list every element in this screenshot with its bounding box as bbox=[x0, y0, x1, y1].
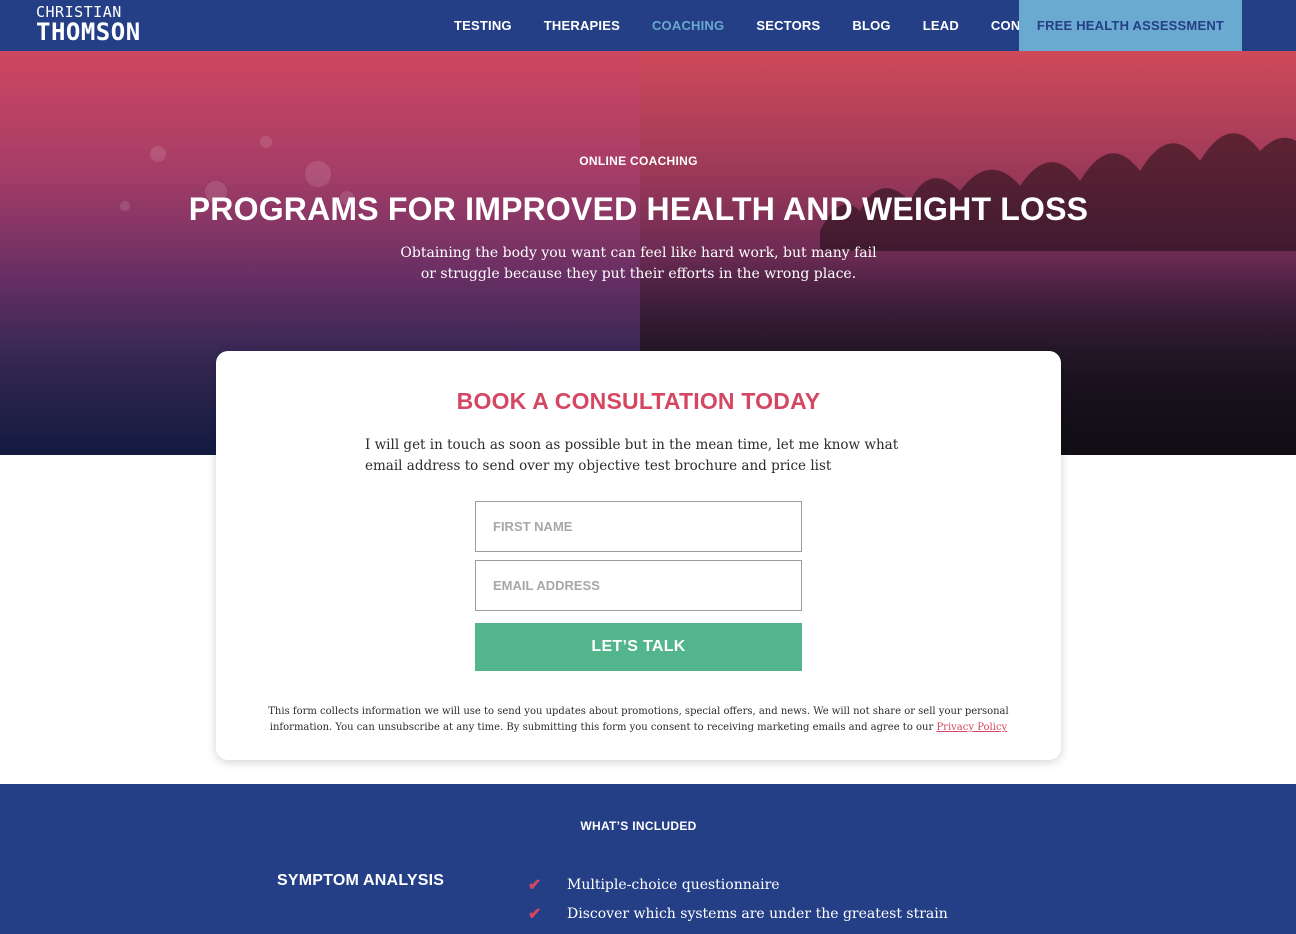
bokeh-dot bbox=[260, 136, 272, 148]
whats-included-title: WHAT’S INCLUDED bbox=[580, 819, 697, 833]
form-consent-text: This form collects information we will u… bbox=[250, 704, 1027, 736]
nav-link-blog[interactable]: BLOG bbox=[836, 18, 906, 33]
consultation-form-card: BOOK A CONSULTATION TODAY I will get in … bbox=[216, 351, 1061, 760]
nav-link-testing[interactable]: TESTING bbox=[438, 18, 528, 33]
hero-eyebrow: ONLINE COACHING bbox=[579, 154, 698, 168]
included-features-list: ✔ Multiple-choice questionnaire ✔ Discov… bbox=[528, 870, 948, 928]
checkmark-icon: ✔ bbox=[528, 876, 542, 894]
symptom-analysis-heading: SYMPTOM ANALYSIS bbox=[277, 872, 445, 889]
free-health-assessment-button[interactable]: FREE HEALTH ASSESSMENT bbox=[1019, 0, 1242, 51]
privacy-policy-link[interactable]: Privacy Policy bbox=[936, 722, 1007, 733]
hero-subtitle: Obtaining the body you want can feel lik… bbox=[400, 245, 877, 282]
lets-talk-button[interactable]: LET’S TALK bbox=[475, 623, 802, 671]
list-item: ✔ Multiple-choice questionnaire bbox=[528, 870, 948, 899]
nav-link-therapies[interactable]: THERAPIES bbox=[528, 18, 636, 33]
list-item: ✔ Discover which systems are under the g… bbox=[528, 899, 948, 928]
nav-link-coaching[interactable]: COACHING bbox=[636, 18, 740, 33]
consultation-title: BOOK A CONSULTATION TODAY bbox=[456, 388, 821, 414]
consent-text: This form collects information we will u… bbox=[268, 706, 1009, 733]
email-address-input[interactable] bbox=[475, 560, 802, 611]
feature-text: Discover which systems are under the gre… bbox=[567, 905, 948, 922]
nav-menu: TESTING THERAPIES COACHING SECTORS BLOG … bbox=[438, 0, 1071, 51]
nav-link-sectors[interactable]: SECTORS bbox=[740, 18, 836, 33]
first-name-input[interactable] bbox=[475, 501, 802, 552]
top-navigation: CHRISTIAN THOMSON TESTING THERAPIES COAC… bbox=[0, 0, 1296, 51]
checkmark-icon: ✔ bbox=[528, 905, 542, 923]
logo-last-name: THOMSON bbox=[36, 18, 141, 46]
feature-text: Multiple-choice questionnaire bbox=[567, 876, 780, 893]
whats-included-section: WHAT’S INCLUDED SYMPTOM ANALYSIS ✔ Multi… bbox=[0, 784, 1296, 934]
hero-title: PROGRAMS FOR IMPROVED HEALTH AND WEIGHT … bbox=[188, 191, 1089, 227]
consultation-description: I will get in touch as soon as possible … bbox=[365, 437, 899, 474]
nav-link-lead[interactable]: LEAD bbox=[907, 18, 975, 33]
site-logo[interactable]: CHRISTIAN THOMSON bbox=[36, 4, 141, 44]
